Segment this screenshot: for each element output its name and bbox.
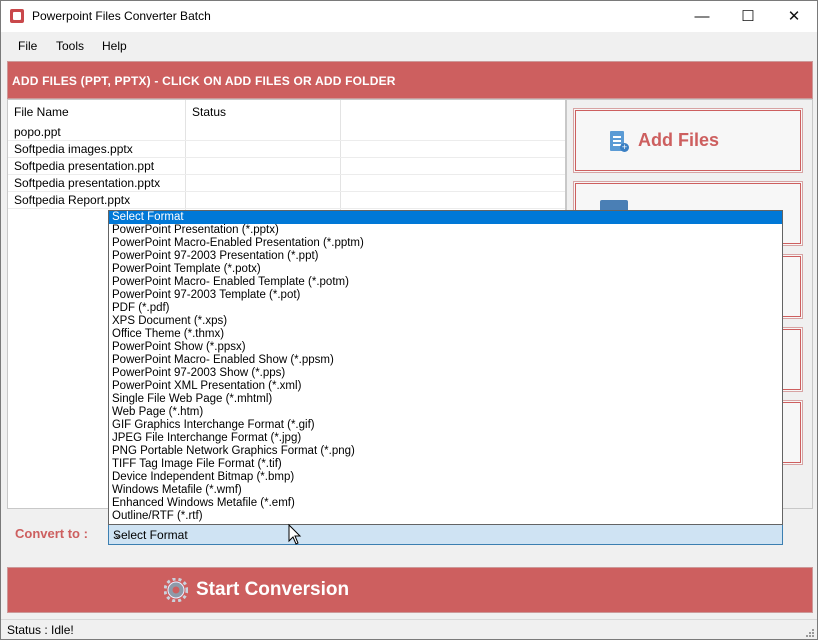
add-files-button-frame: + Add Files xyxy=(575,110,801,171)
format-option[interactable]: PowerPoint Presentation (*.pptx) xyxy=(109,224,782,237)
chevron-down-icon: ⌄ xyxy=(113,529,123,541)
format-option[interactable]: Select Format xyxy=(109,211,782,224)
banner-text: ADD FILES (PPT, PPTX) - CLICK ON ADD FIL… xyxy=(12,74,396,88)
format-option[interactable]: PowerPoint 97-2003 Template (*.pot) xyxy=(109,289,782,302)
format-option[interactable]: TIFF Tag Image File Format (*.tif) xyxy=(109,458,782,471)
format-option[interactable]: PowerPoint Macro- Enabled Template (*.po… xyxy=(109,276,782,289)
start-conversion-button[interactable]: Start Conversion xyxy=(7,567,813,613)
file-name-cell: Softpedia Report.pptx xyxy=(14,193,131,207)
gear-icon xyxy=(164,578,188,602)
start-conversion-label: Start Conversion xyxy=(196,579,350,600)
format-option[interactable]: PDF (*.pdf) xyxy=(109,302,782,315)
menu-file[interactable]: File xyxy=(18,39,37,53)
format-option[interactable]: Office Theme (*.thmx) xyxy=(109,328,782,341)
column-header-status[interactable]: Status xyxy=(192,100,226,124)
menu-tools[interactable]: Tools xyxy=(56,39,84,53)
file-name-cell: popo.ppt xyxy=(14,125,61,139)
mouse-cursor-icon xyxy=(288,523,302,545)
convert-to-label: Convert to : xyxy=(15,526,88,541)
format-option[interactable]: JPEG File Interchange Format (*.jpg) xyxy=(109,432,782,445)
app-window: Powerpoint Files Converter Batch — ☐ ✕ F… xyxy=(0,0,818,640)
plus-icon: + xyxy=(620,142,629,152)
format-option[interactable]: XPS Document (*.xps) xyxy=(109,315,782,328)
format-option[interactable]: PNG Portable Network Graphics Format (*.… xyxy=(109,445,782,458)
table-row[interactable]: Softpedia images.pptx xyxy=(8,140,565,158)
table-row[interactable]: Softpedia presentation.pptx xyxy=(8,174,565,192)
format-option[interactable]: Single File Web Page (*.mhtml) xyxy=(109,393,782,406)
table-row[interactable]: Softpedia Report.pptx xyxy=(8,191,565,209)
title-bar: Powerpoint Files Converter Batch — ☐ ✕ xyxy=(1,1,817,32)
format-option[interactable]: Windows Metafile (*.wmf) xyxy=(109,484,782,497)
status-text: Status : Idle! xyxy=(7,623,74,637)
status-bar: Status : Idle! xyxy=(1,619,817,639)
format-option[interactable]: PowerPoint 97-2003 Presentation (*.ppt) xyxy=(109,250,782,263)
format-dropdown-list[interactable]: Select Format PowerPoint Presentation (*… xyxy=(108,210,783,525)
format-option[interactable]: Outline/RTF (*.rtf) xyxy=(109,510,782,523)
format-option[interactable]: PowerPoint Macro- Enabled Show (*.ppsm) xyxy=(109,354,782,367)
app-icon xyxy=(10,9,24,23)
format-option[interactable]: Enhanced Windows Metafile (*.emf) xyxy=(109,497,782,510)
maximize-button[interactable]: ☐ xyxy=(725,1,771,32)
file-name-cell: Softpedia presentation.ppt xyxy=(14,159,155,173)
format-option[interactable]: PowerPoint 97-2003 Show (*.pps) xyxy=(109,367,782,380)
add-files-label: Add Files xyxy=(638,130,720,150)
file-name-cell: Softpedia presentation.pptx xyxy=(14,176,161,190)
format-option[interactable]: PowerPoint Macro-Enabled Presentation (*… xyxy=(109,237,782,250)
table-row[interactable]: Softpedia presentation.ppt xyxy=(8,157,565,175)
column-header-file-name[interactable]: File Name xyxy=(14,100,69,124)
format-option[interactable]: GIF Graphics Interchange Format (*.gif) xyxy=(109,419,782,432)
add-files-button[interactable]: + Add Files xyxy=(573,108,803,173)
table-row[interactable]: popo.ppt xyxy=(8,123,565,141)
instruction-banner: ADD FILES (PPT, PPTX) - CLICK ON ADD FIL… xyxy=(7,61,813,99)
resize-grip-icon[interactable] xyxy=(805,628,815,638)
menu-help[interactable]: Help xyxy=(102,39,127,53)
window-title: Powerpoint Files Converter Batch xyxy=(32,9,211,23)
format-select[interactable]: Select Format ⌄ xyxy=(108,524,783,545)
format-option[interactable]: PowerPoint Show (*.ppsx) xyxy=(109,341,782,354)
minimize-button[interactable]: — xyxy=(679,1,725,32)
format-option[interactable]: Web Page (*.htm) xyxy=(109,406,782,419)
format-option[interactable]: PowerPoint Template (*.potx) xyxy=(109,263,782,276)
format-option[interactable]: Device Independent Bitmap (*.bmp) xyxy=(109,471,782,484)
menu-bar: File Tools Help xyxy=(1,33,817,57)
file-name-cell: Softpedia images.pptx xyxy=(14,142,133,156)
format-option[interactable]: PowerPoint XML Presentation (*.xml) xyxy=(109,380,782,393)
close-button[interactable]: ✕ xyxy=(771,1,817,32)
